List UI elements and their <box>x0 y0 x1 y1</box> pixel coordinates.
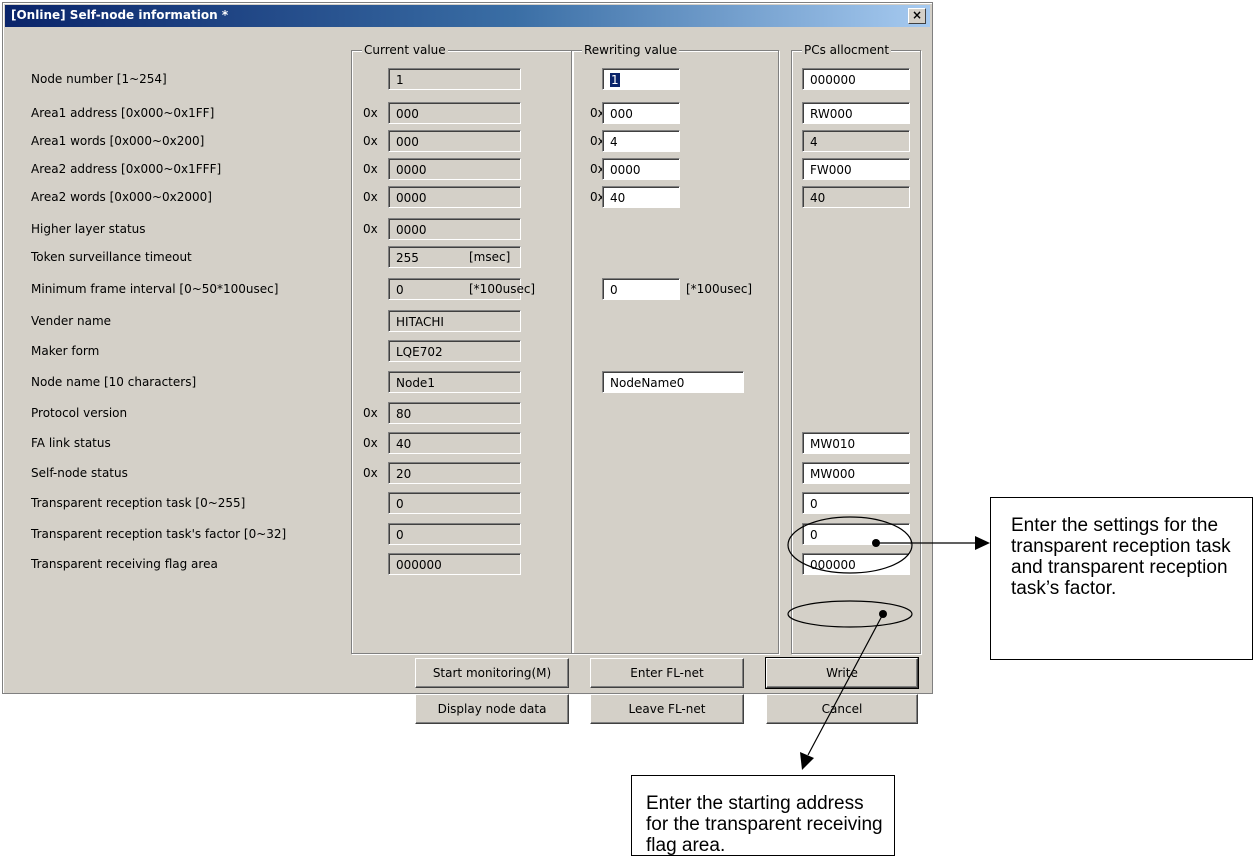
flag-arrow-line <box>807 613 884 756</box>
task-highlight-ellipse <box>787 516 913 574</box>
flag-arrowhead <box>800 752 814 770</box>
flag-highlight-ellipse <box>787 600 913 628</box>
task-arrowhead <box>975 536 990 550</box>
annotation-overlay <box>787 516 990 770</box>
task-settings-callout: Enter the settings for the transparent r… <box>990 497 1253 660</box>
flag-area-callout: Enter the starting address for the trans… <box>631 775 895 856</box>
